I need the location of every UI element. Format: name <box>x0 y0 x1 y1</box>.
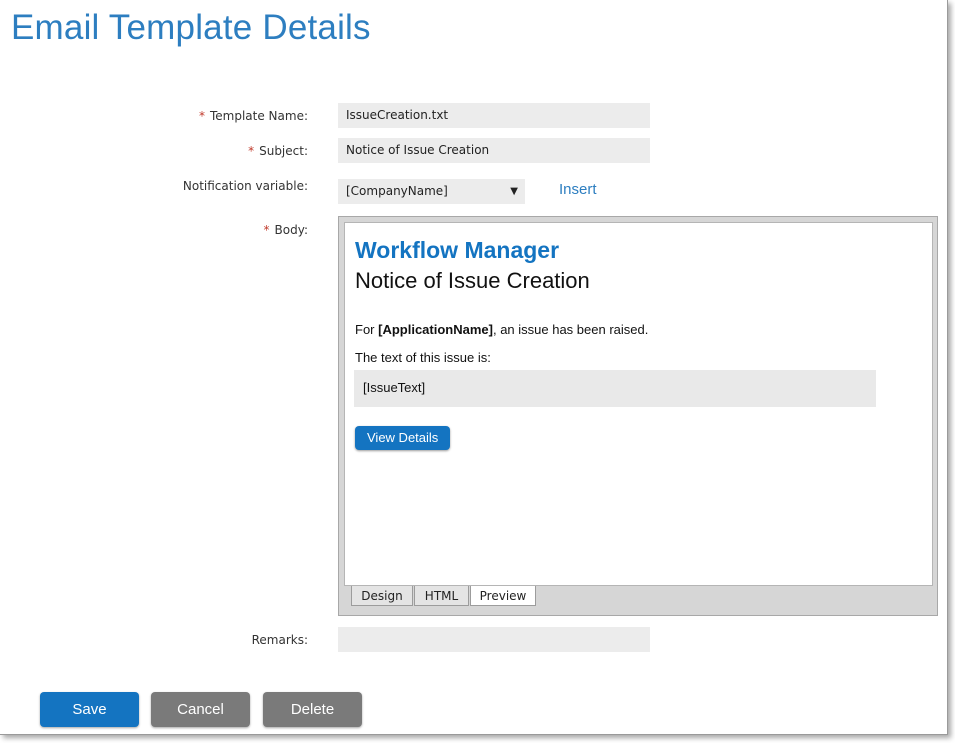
remarks-label: Remarks: <box>251 633 308 647</box>
preview-line-2: The text of this issue is: <box>355 350 491 365</box>
cancel-button[interactable]: Cancel <box>151 692 250 727</box>
delete-button[interactable]: Delete <box>263 692 362 727</box>
preview-brand: Workflow Manager <box>355 237 560 263</box>
required-mark: * <box>263 223 270 237</box>
tab-design[interactable]: Design <box>351 586 413 606</box>
tab-html[interactable]: HTML <box>414 586 469 606</box>
notification-variable-label: Notification variable: <box>182 179 308 193</box>
required-mark: * <box>198 109 205 123</box>
subject-label: * Subject: <box>248 144 308 158</box>
tab-preview[interactable]: Preview <box>470 586 536 606</box>
remarks-input[interactable] <box>338 627 650 652</box>
subject-input[interactable]: Notice of Issue Creation <box>338 138 650 163</box>
email-template-window: Email Template Details * Template Name: I… <box>0 0 948 735</box>
body-label: * Body: <box>263 223 308 237</box>
issue-text-box: [IssueText] <box>354 370 876 407</box>
required-mark: * <box>248 144 255 158</box>
save-button[interactable]: Save <box>40 692 139 727</box>
body-editor: Workflow Manager Notice of Issue Creatio… <box>338 216 938 616</box>
view-details-button[interactable]: View Details <box>355 426 451 450</box>
page-title: Email Template Details <box>11 8 371 47</box>
preview-heading: Notice of Issue Creation <box>355 268 590 293</box>
preview-line-1: For [ApplicationName], an issue has been… <box>355 322 649 337</box>
insert-link[interactable]: Insert <box>559 181 597 198</box>
editor-preview-area[interactable]: Workflow Manager Notice of Issue Creatio… <box>344 222 933 586</box>
notification-variable-select[interactable]: [CompanyName] ▼ <box>338 179 525 204</box>
template-name-label: * Template Name: <box>198 109 308 123</box>
caret-down-icon: ▼ <box>510 186 518 197</box>
notification-variable-value: [CompanyName] <box>346 184 448 198</box>
template-name-input[interactable]: IssueCreation.txt <box>338 103 650 128</box>
